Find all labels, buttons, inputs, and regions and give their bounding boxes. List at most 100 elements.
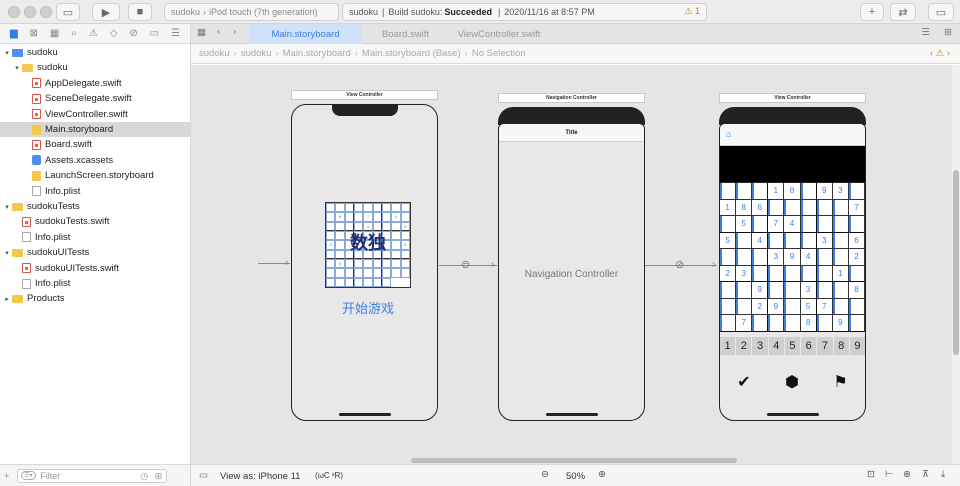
board-cell[interactable]: 3	[736, 265, 753, 282]
board-cell[interactable]: 9	[816, 183, 833, 200]
zoom-out-icon[interactable]: ⊖	[541, 469, 549, 480]
file-tree-item[interactable]: ▾ sudoku	[0, 45, 190, 60]
review-button[interactable]: ⇄	[890, 3, 916, 21]
file-tree-item[interactable]: SceneDelegate.swift	[0, 91, 190, 106]
board-cell[interactable]	[736, 298, 753, 315]
zoom-in-icon[interactable]: ⊕	[598, 469, 606, 480]
board-cell[interactable]	[784, 282, 801, 299]
scheme-selector[interactable]: sudoku › iPod touch (7th generation)	[164, 3, 339, 21]
board-cell[interactable]	[752, 315, 769, 332]
add-constraints-icon[interactable]: ⊕	[903, 469, 911, 480]
board-cell[interactable]: 4	[752, 232, 769, 249]
file-tree-item[interactable]: Info.plist	[0, 184, 190, 199]
board-cell[interactable]: 5	[720, 232, 737, 249]
disclosure-triangle-icon[interactable]: ▾	[2, 249, 12, 257]
board-cell[interactable]: 8	[848, 282, 865, 299]
board-cell[interactable]	[752, 265, 769, 282]
board-cell[interactable]	[800, 199, 817, 216]
horizontal-scrollbar[interactable]	[411, 458, 737, 463]
board-cell[interactable]	[848, 315, 865, 332]
editor-options-icon[interactable]: ☰	[921, 27, 930, 38]
tab-viewcontroller-swift[interactable]: ViewController.swift	[449, 24, 549, 44]
board-cell[interactable]	[784, 199, 801, 216]
view-controller-scene[interactable]: 67446255 数独 开始游戏	[291, 104, 438, 421]
board-cell[interactable]: 5	[736, 216, 753, 233]
numpad-button[interactable]: 6	[801, 337, 817, 355]
breadcrumb-item[interactable]: sudoku	[199, 48, 230, 59]
sudoku-board[interactable]: 18931867574543639422319382957789	[720, 182, 865, 332]
board-cell[interactable]: 1	[768, 183, 785, 200]
board-cell[interactable]	[784, 315, 801, 332]
board-cell[interactable]	[720, 183, 737, 200]
file-tree-item[interactable]: Board.swift	[0, 137, 190, 152]
numpad-button[interactable]: 4	[768, 337, 784, 355]
board-cell[interactable]: 3	[816, 232, 833, 249]
breakpoint-icon[interactable]: ▭	[150, 28, 159, 39]
board-cell[interactable]: 7	[816, 298, 833, 315]
tab-board-swift[interactable]: Board.swift	[362, 24, 449, 44]
board-cell[interactable]	[720, 216, 737, 233]
board-cell[interactable]: 9	[784, 249, 801, 266]
stop-button[interactable]: ■	[128, 3, 152, 21]
board-cell[interactable]	[800, 232, 817, 249]
run-button[interactable]: ▶	[92, 3, 120, 21]
source-control-icon[interactable]: ⊠	[30, 28, 38, 39]
file-tree-item[interactable]: sudokuTests.swift	[0, 214, 190, 229]
scene-title-view-controller[interactable]: View Controller	[291, 90, 438, 100]
filter-scm-icon[interactable]: ⊞	[155, 471, 163, 482]
board-cell[interactable]: 9	[832, 315, 849, 332]
breadcrumb-item[interactable]: Main.storyboard (Base)	[362, 48, 461, 59]
board-cell[interactable]: 9	[768, 298, 785, 315]
numpad-button[interactable]: 9	[849, 337, 865, 355]
view-as-label[interactable]: View as: iPhone 11	[220, 471, 300, 482]
search-icon[interactable]: ⌕	[71, 28, 77, 39]
file-tree-item[interactable]: ▾ sudokuUITests	[0, 245, 190, 260]
library-button[interactable]: +	[860, 3, 884, 21]
test-icon[interactable]: ◇	[110, 28, 118, 39]
board-cell[interactable]	[720, 298, 737, 315]
board-cell[interactable]	[736, 249, 753, 266]
file-tree-item[interactable]: ▾ sudoku	[0, 60, 190, 75]
vertical-scrollbar[interactable]	[952, 65, 960, 464]
board-cell[interactable]: 8	[736, 199, 753, 216]
board-cell[interactable]: 3	[800, 282, 817, 299]
board-cell[interactable]	[800, 265, 817, 282]
segue-icon[interactable]: ⊘	[675, 258, 684, 271]
numpad-button[interactable]: 5	[784, 337, 801, 355]
add-editor-icon[interactable]: ⊞	[944, 27, 952, 38]
numpad-button[interactable]: 7	[817, 337, 833, 355]
board-cell[interactable]: 1	[720, 199, 737, 216]
filter-options-icon[interactable]: ☰▾	[21, 470, 36, 480]
board-cell[interactable]	[752, 216, 769, 233]
board-cell[interactable]	[832, 298, 849, 315]
board-cell[interactable]	[736, 183, 753, 200]
board-cell[interactable]: 6	[752, 199, 769, 216]
numpad-button[interactable]: 2	[736, 337, 752, 355]
board-cell[interactable]: 6	[848, 232, 865, 249]
board-cell[interactable]: 7	[736, 315, 753, 332]
board-view-controller-scene[interactable]: ⌂ 18931867574543639422319382957789 12345…	[719, 123, 866, 421]
disclosure-triangle-icon[interactable]: ▾	[2, 49, 12, 57]
board-cell[interactable]	[752, 249, 769, 266]
board-cell[interactable]	[768, 315, 785, 332]
navigation-controller-scene[interactable]: Title Navigation Controller	[498, 123, 645, 421]
document-outline-icon[interactable]: ▭	[199, 470, 208, 481]
breadcrumb-item[interactable]: No Selection	[472, 48, 526, 59]
navigation-bar[interactable]: ⌂	[720, 124, 865, 146]
flag-icon[interactable]: ⚑	[833, 372, 847, 392]
board-cell[interactable]: 2	[720, 265, 737, 282]
resolve-issues-icon[interactable]: ⊼	[922, 469, 929, 480]
file-tree-item[interactable]: Info.plist	[0, 276, 190, 291]
minimize-window-button[interactable]	[24, 6, 36, 18]
back-icon[interactable]: ‹	[217, 26, 220, 37]
board-cell[interactable]	[768, 199, 785, 216]
board-cell[interactable]: 4	[800, 249, 817, 266]
warning-icon[interactable]: ‹ ⚠ ›	[930, 48, 950, 59]
board-cell[interactable]	[768, 232, 785, 249]
file-tree-item[interactable]: LaunchScreen.storyboard	[0, 168, 190, 183]
folder-icon[interactable]: ▆	[10, 28, 18, 39]
disclosure-triangle-icon[interactable]: ▾	[12, 64, 22, 72]
board-cell[interactable]: 2	[848, 249, 865, 266]
board-cell[interactable]	[832, 249, 849, 266]
issue-icon[interactable]: ⚠	[89, 28, 98, 39]
